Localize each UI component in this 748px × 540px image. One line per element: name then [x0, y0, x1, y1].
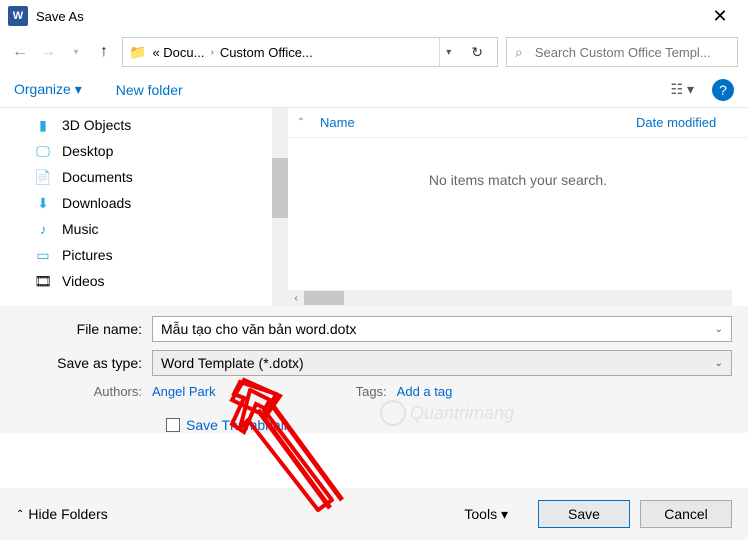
- tree-item-label: Downloads: [62, 195, 131, 211]
- column-name[interactable]: Name: [314, 115, 636, 130]
- list-header: ⌃ Name Date modified: [288, 108, 748, 138]
- empty-message: No items match your search.: [288, 138, 748, 306]
- tree-item-label: Pictures: [62, 247, 113, 263]
- save-thumbnail-label: Save Thumbnail: [186, 417, 287, 433]
- cancel-button[interactable]: Cancel: [640, 500, 732, 528]
- window-title: Save As: [36, 9, 700, 24]
- tree-item-3d-objects[interactable]: ▮ 3D Objects: [18, 112, 288, 138]
- save-form: File name: Mẫu tạo cho văn bản word.dotx…: [0, 306, 748, 433]
- music-icon: ♪: [34, 221, 52, 237]
- address-dropdown[interactable]: ▾: [439, 38, 457, 66]
- chevron-up-icon: ⌃: [16, 509, 24, 520]
- hide-folders-button[interactable]: ⌃ Hide Folders: [16, 506, 108, 522]
- pictures-icon: ▭: [34, 247, 52, 264]
- tree-item-videos[interactable]: 🎞 Videos: [18, 268, 288, 294]
- filename-label: File name:: [16, 321, 152, 337]
- sort-indicator-icon: ⌃: [288, 117, 314, 128]
- authors-value[interactable]: Angel Park: [152, 384, 216, 399]
- nav-row: ← → ▾ ↑ 📁 « Docu... › Custom Office... ▾…: [0, 32, 748, 72]
- tree-item-label: Desktop: [62, 143, 113, 159]
- refresh-button[interactable]: ↻: [463, 44, 491, 61]
- help-button[interactable]: ?: [712, 79, 734, 101]
- filename-value: Mẫu tạo cho văn bản word.dotx: [161, 321, 356, 337]
- scroll-left-icon[interactable]: ‹: [288, 293, 304, 304]
- tree-item-label: Music: [62, 221, 99, 237]
- scroll-thumb[interactable]: [304, 291, 344, 305]
- back-button[interactable]: ←: [10, 43, 30, 61]
- folder-icon: 📁: [129, 44, 146, 61]
- save-thumbnail-checkbox[interactable]: [166, 418, 180, 432]
- filename-input[interactable]: Mẫu tạo cho văn bản word.dotx ⌄: [152, 316, 732, 342]
- main-area: ▮ 3D Objects 🖵 Desktop 📄 Documents ⬇ Downloa…: [0, 108, 748, 306]
- folder-tree: ▮ 3D Objects 🖵 Desktop 📄 Documents ⬇ Downloa…: [0, 108, 288, 306]
- forward-button[interactable]: →: [38, 43, 58, 61]
- search-input[interactable]: [533, 44, 729, 61]
- file-list: ⌃ Name Date modified No items match your…: [288, 108, 748, 306]
- tags-label: Tags:: [356, 384, 387, 399]
- tree-item-label: 3D Objects: [62, 117, 131, 133]
- tree-item-label: Documents: [62, 169, 133, 185]
- videos-icon: 🎞: [34, 273, 52, 290]
- chevron-down-icon[interactable]: ⌄: [715, 358, 723, 369]
- up-button[interactable]: ↑: [94, 43, 114, 61]
- tree-item-label: Videos: [62, 273, 105, 289]
- tree-item-music[interactable]: ♪ Music: [18, 216, 288, 242]
- tags-value[interactable]: Add a tag: [397, 384, 453, 399]
- address-bar[interactable]: 📁 « Docu... › Custom Office... ▾ ↻: [122, 37, 498, 67]
- save-button[interactable]: Save: [538, 500, 630, 528]
- tree-item-pictures[interactable]: ▭ Pictures: [18, 242, 288, 268]
- view-options-button[interactable]: ☷ ▾: [671, 81, 694, 98]
- breadcrumb-1[interactable]: « Docu...: [152, 45, 204, 60]
- tree-scrollbar-thumb[interactable]: [272, 158, 288, 218]
- organize-menu[interactable]: Organize ▾: [14, 81, 82, 98]
- tools-menu[interactable]: Tools ▾: [464, 506, 508, 523]
- save-as-type-select[interactable]: Word Template (*.dotx) ⌄: [152, 350, 732, 376]
- search-icon: ⌕: [515, 44, 523, 61]
- tree-item-documents[interactable]: 📄 Documents: [18, 164, 288, 190]
- documents-icon: 📄: [34, 169, 52, 186]
- recent-dropdown[interactable]: ▾: [66, 47, 86, 58]
- column-date-modified[interactable]: Date modified: [636, 115, 748, 130]
- footer: ⌃ Hide Folders Tools ▾ Save Cancel: [0, 488, 748, 540]
- tree-item-downloads[interactable]: ⬇ Downloads: [18, 190, 288, 216]
- desktop-icon: 🖵: [34, 143, 52, 160]
- new-folder-button[interactable]: New folder: [116, 82, 183, 98]
- authors-label: Authors:: [16, 384, 152, 399]
- chevron-right-icon: ›: [210, 47, 213, 58]
- chevron-down-icon[interactable]: ⌄: [715, 324, 723, 335]
- search-box[interactable]: ⌕: [506, 37, 738, 67]
- word-app-icon: W: [8, 6, 28, 26]
- list-horizontal-scrollbar[interactable]: ‹: [288, 290, 732, 306]
- cube-icon: ▮: [34, 117, 52, 134]
- title-bar: W Save As ✕: [0, 0, 748, 32]
- toolbar: Organize ▾ New folder ☷ ▾ ?: [0, 72, 748, 108]
- breadcrumb-2[interactable]: Custom Office...: [220, 45, 313, 60]
- save-as-type-value: Word Template (*.dotx): [161, 355, 304, 371]
- tree-item-desktop[interactable]: 🖵 Desktop: [18, 138, 288, 164]
- downloads-icon: ⬇: [34, 195, 52, 212]
- close-button[interactable]: ✕: [700, 6, 740, 27]
- save-as-type-label: Save as type:: [16, 355, 152, 371]
